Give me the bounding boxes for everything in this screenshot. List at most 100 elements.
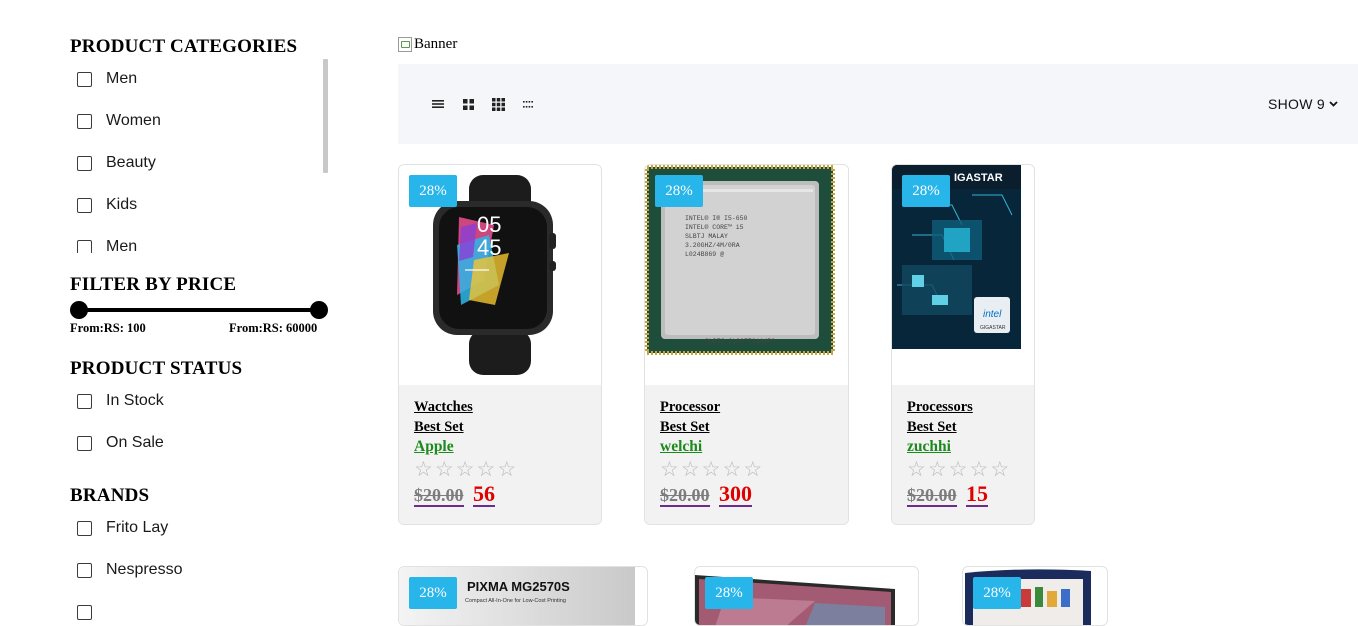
product-set-link[interactable]: Best Set xyxy=(660,419,710,436)
categories-title: PRODUCT CATEGORIES xyxy=(70,36,298,57)
printer-model-text: PIXMA MG2570S xyxy=(467,579,570,594)
list-view-icon[interactable] xyxy=(430,96,446,112)
category-label: Men xyxy=(106,238,138,253)
old-price: $20.00 xyxy=(907,485,957,507)
sale-price: 15 xyxy=(966,481,988,507)
product-info: Processor Best Set welchi ☆ ☆ ☆ ☆ ☆ $20.… xyxy=(645,385,848,524)
svg-text:SLBTJ 2L027721A4R0: SLBTJ 2L027721A4R0 xyxy=(705,338,775,345)
grid-4-icon[interactable] xyxy=(520,96,536,112)
category-label: Beauty xyxy=(106,154,156,171)
star-icon[interactable]: ☆ xyxy=(907,458,926,482)
star-icon[interactable]: ☆ xyxy=(476,458,495,482)
star-icon[interactable]: ☆ xyxy=(497,458,516,482)
star-icon[interactable]: ☆ xyxy=(743,458,762,482)
star-icon[interactable]: ☆ xyxy=(928,458,947,482)
star-icon[interactable]: ☆ xyxy=(414,458,433,482)
sale-price: 56 xyxy=(473,481,495,507)
star-icon[interactable]: ☆ xyxy=(969,458,988,482)
product-card[interactable]: IGASTAR intel GIGASTAR 28% Processors Be… xyxy=(891,164,1035,525)
category-label: Kids xyxy=(106,196,138,213)
brand-item-partial[interactable] xyxy=(70,601,92,623)
price-range-slider[interactable] xyxy=(70,301,328,319)
brand-item-frito-lay[interactable]: Frito Lay xyxy=(70,517,168,539)
category-list: Men Women Beauty Kids Men xyxy=(70,59,330,253)
product-card[interactable]: 28% xyxy=(694,566,919,626)
brands-title: BRANDS xyxy=(70,485,150,506)
status-label: In Stock xyxy=(106,392,164,409)
svg-text:intel: intel xyxy=(983,309,1002,320)
status-checkbox[interactable] xyxy=(77,393,92,409)
rating-stars[interactable]: ☆ ☆ ☆ ☆ ☆ xyxy=(660,458,762,482)
category-item-men-2[interactable]: Men xyxy=(70,236,137,253)
status-item-on-sale[interactable]: On Sale xyxy=(70,432,164,454)
star-icon[interactable]: ☆ xyxy=(990,458,1009,482)
product-card[interactable]: 28% xyxy=(962,566,1108,626)
sale-price: 300 xyxy=(719,481,752,507)
price-min-label: From:RS: 100 xyxy=(70,321,146,335)
rating-stars[interactable]: ☆ ☆ ☆ ☆ ☆ xyxy=(414,458,516,482)
product-info: Processors Best Set zuchhi ☆ ☆ ☆ ☆ ☆ $20… xyxy=(892,385,1034,524)
category-checkbox[interactable] xyxy=(77,71,92,87)
discount-badge: 28% xyxy=(902,175,950,207)
brand-label: Nespresso xyxy=(106,561,183,578)
grid-3-icon[interactable] xyxy=(490,96,506,112)
category-scrollbar[interactable] xyxy=(323,59,328,173)
star-icon[interactable]: ☆ xyxy=(949,458,968,482)
brand-item-nespresso[interactable]: Nespresso xyxy=(70,559,182,581)
category-item-beauty[interactable]: Beauty xyxy=(70,152,156,174)
product-brand-link[interactable]: welchi xyxy=(660,438,702,456)
product-name-link[interactable]: Processor xyxy=(660,399,720,416)
star-icon[interactable]: ☆ xyxy=(435,458,454,482)
star-icon[interactable]: ☆ xyxy=(660,458,679,482)
discount-badge: 28% xyxy=(409,577,457,609)
chevron-down-icon xyxy=(1329,101,1338,107)
star-icon[interactable]: ☆ xyxy=(456,458,475,482)
brand-checkbox[interactable] xyxy=(77,520,92,536)
product-card[interactable]: 05 45 28% Wactches Best Set Apple ☆ ☆ ☆ … xyxy=(398,164,602,525)
star-icon[interactable]: ☆ xyxy=(722,458,741,482)
product-name-link[interactable]: Wactches xyxy=(414,399,473,416)
category-checkbox[interactable] xyxy=(77,197,92,213)
discount-badge: 28% xyxy=(973,577,1021,609)
product-brand-link[interactable]: Apple xyxy=(414,438,454,456)
brand-checkbox[interactable] xyxy=(77,562,92,578)
price-filter-title: FILTER BY PRICE xyxy=(70,274,237,295)
slider-min-handle[interactable] xyxy=(70,301,88,319)
product-info: Wactches Best Set Apple ☆ ☆ ☆ ☆ ☆ $20.00… xyxy=(399,385,601,524)
grid-2-icon[interactable] xyxy=(460,96,476,112)
product-name-link[interactable]: Processors xyxy=(907,399,973,416)
status-title: PRODUCT STATUS xyxy=(70,358,243,379)
svg-text:3.20GHZ/4M/0RA: 3.20GHZ/4M/0RA xyxy=(685,242,740,249)
rating-stars[interactable]: ☆ ☆ ☆ ☆ ☆ xyxy=(907,458,1009,482)
category-checkbox[interactable] xyxy=(77,155,92,171)
category-item-kids[interactable]: Kids xyxy=(70,194,137,216)
svg-text:45: 45 xyxy=(477,235,501,260)
category-checkbox[interactable] xyxy=(77,239,92,253)
status-label: On Sale xyxy=(106,434,164,451)
discount-badge: 28% xyxy=(409,175,457,207)
svg-text:INTEL® I® I5-650: INTEL® I® I5-650 xyxy=(685,214,748,222)
product-set-link[interactable]: Best Set xyxy=(907,419,957,436)
status-item-in-stock[interactable]: In Stock xyxy=(70,390,164,412)
slider-max-handle[interactable] xyxy=(310,301,328,319)
star-icon[interactable]: ☆ xyxy=(702,458,721,482)
broken-image-icon xyxy=(398,37,412,52)
show-count-select[interactable]: SHOW 9 xyxy=(1268,96,1338,112)
discount-badge: 28% xyxy=(705,577,753,609)
category-item-men[interactable]: Men xyxy=(70,68,137,90)
price-max-label: From:RS: 60000 xyxy=(229,321,318,335)
banner-alt-text: Banner xyxy=(414,36,458,52)
product-set-link[interactable]: Best Set xyxy=(414,419,464,436)
status-checkbox[interactable] xyxy=(77,435,92,451)
category-item-women[interactable]: Women xyxy=(70,110,161,132)
product-brand-link[interactable]: zuchhi xyxy=(907,438,951,456)
show-count-label: SHOW 9 xyxy=(1267,96,1325,112)
star-icon[interactable]: ☆ xyxy=(681,458,700,482)
category-checkbox[interactable] xyxy=(77,113,92,129)
discount-badge: 28% xyxy=(655,175,703,207)
old-price: $20.00 xyxy=(660,485,710,507)
svg-text:L024B869 @: L024B869 @ xyxy=(685,251,724,258)
svg-text:INTEL® CORE™ i5: INTEL® CORE™ i5 xyxy=(685,223,744,231)
product-card[interactable]: INTEL® I® I5-650 INTEL® CORE™ i5 SLBTJ M… xyxy=(644,164,849,525)
product-card[interactable]: PIXMA MG2570S Compact All-In-One for Low… xyxy=(398,566,648,626)
